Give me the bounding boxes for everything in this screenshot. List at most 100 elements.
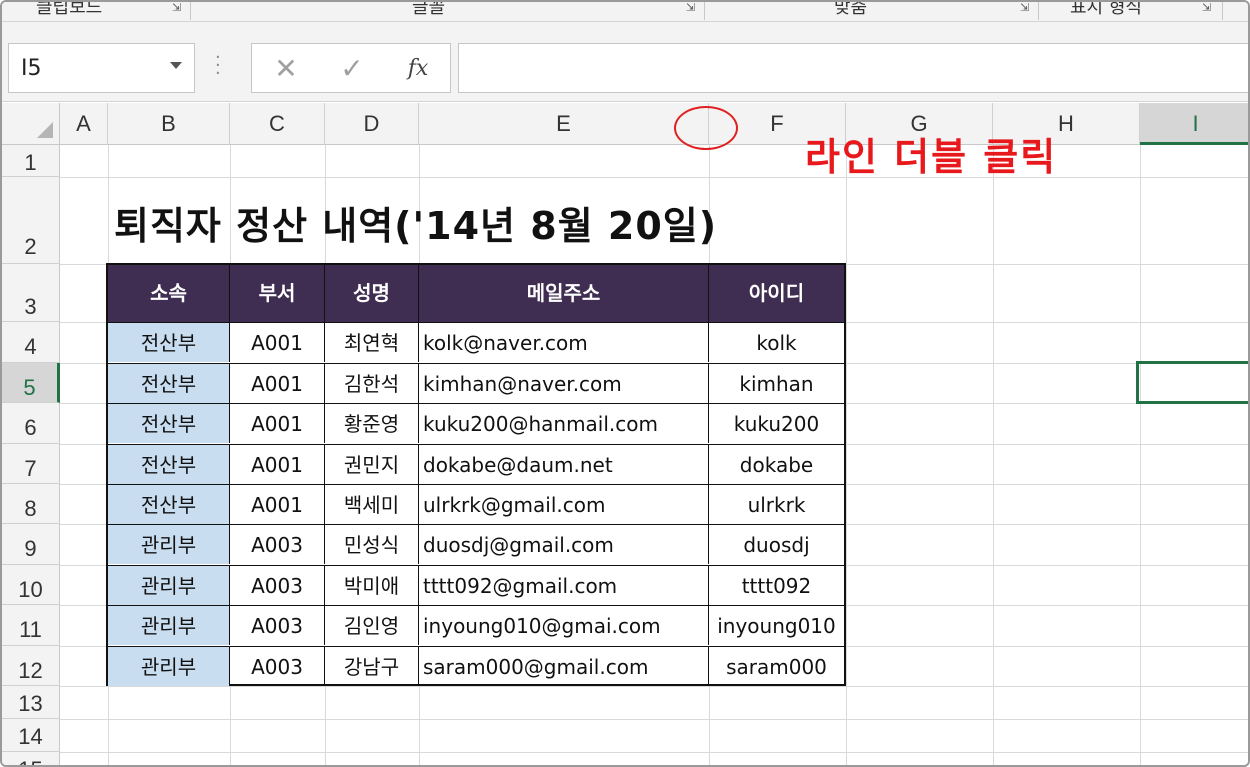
row-header-2[interactable]: 2 (2, 177, 60, 264)
table-cell[interactable]: kimhan (709, 363, 844, 403)
enter-icon[interactable]: ✓ (334, 52, 370, 85)
table-cell[interactable]: A003 (230, 646, 325, 686)
row-header-14[interactable]: 14 (2, 719, 60, 752)
cancel-icon[interactable]: ✕ (268, 52, 304, 85)
table-cell[interactable]: 관리부 (108, 524, 230, 564)
insert-function-button[interactable]: fx (400, 56, 436, 81)
table-header-cell[interactable]: 아이디 (709, 265, 844, 322)
clipboard-launcher-icon[interactable]: ⇲ (172, 2, 184, 14)
table-cell[interactable]: A003 (230, 605, 325, 645)
ribbon-group-alignment: 맞춤 (834, 0, 868, 18)
table-cell[interactable]: 김인영 (325, 605, 419, 645)
table-cell[interactable]: saram000 (709, 646, 844, 686)
row-header-4[interactable]: 4 (2, 322, 60, 363)
column-header-b[interactable]: B (108, 103, 230, 145)
row-header-13[interactable]: 13 (2, 686, 60, 719)
formula-bar: I5 · · · ✕ ✓ fx (2, 22, 1248, 102)
table-cell[interactable]: duosdj (709, 524, 844, 564)
name-box[interactable]: I5 (8, 43, 195, 93)
table-cell[interactable]: 백세미 (325, 484, 419, 524)
font-launcher-icon[interactable]: ⇲ (686, 2, 698, 14)
table-cell[interactable]: 권민지 (325, 444, 419, 484)
row-header-6[interactable]: 6 (2, 403, 60, 444)
active-cell-i5[interactable] (1136, 361, 1248, 404)
table-cell[interactable]: 최연혁 (325, 322, 419, 362)
row-header-5[interactable]: 5 (2, 363, 60, 403)
table-header-cell[interactable]: 성명 (325, 265, 419, 322)
sheet-title[interactable]: 퇴직자 정산 내역('14년 8월 20일) (114, 195, 717, 250)
table-cell[interactable]: kolk@naver.com (419, 322, 709, 362)
row-header-1[interactable]: 1 (2, 145, 60, 177)
table-header-cell[interactable]: 부서 (230, 265, 325, 322)
table-cell[interactable]: saram000@gmail.com (419, 646, 709, 686)
table-cell[interactable]: 관리부 (108, 605, 230, 645)
alignment-launcher-icon[interactable]: ⇲ (1020, 2, 1032, 14)
number-launcher-icon[interactable]: ⇲ (1202, 2, 1214, 14)
table-cell[interactable]: 전산부 (108, 444, 230, 484)
row-header-9[interactable]: 9 (2, 524, 60, 565)
table-cell[interactable]: kimhan@naver.com (419, 363, 709, 403)
table-cell[interactable]: 관리부 (108, 646, 230, 686)
gridline (993, 145, 994, 765)
table-cell[interactable]: tttt092@gmail.com (419, 565, 709, 605)
table-cell[interactable]: inyoung010 (709, 605, 844, 645)
gridline (60, 719, 1248, 720)
ribbon-group-number: 표시 형식 (1070, 0, 1142, 18)
table-cell[interactable]: A001 (230, 484, 325, 524)
formula-input[interactable] (458, 43, 1248, 93)
row-header-15[interactable]: 15 (2, 752, 60, 765)
column-header-c[interactable]: C (230, 103, 325, 145)
formula-buttons: ✕ ✓ fx (251, 43, 451, 93)
table-cell[interactable]: duosdj@gmail.com (419, 524, 709, 564)
gridline (60, 752, 1248, 753)
table-cell[interactable]: dokabe@daum.net (419, 444, 709, 484)
row-header-12[interactable]: 12 (2, 646, 60, 686)
chevron-down-icon[interactable] (170, 62, 182, 69)
row-header-10[interactable]: 10 (2, 565, 60, 605)
row-header-8[interactable]: 8 (2, 484, 60, 524)
drag-handle-icon[interactable]: · · · (215, 49, 221, 83)
table-cell[interactable]: 전산부 (108, 403, 230, 443)
ribbon-separator (1222, 2, 1223, 20)
table-cell[interactable]: kuku200@hanmail.com (419, 403, 709, 443)
table-cell[interactable]: kolk (709, 322, 844, 362)
table-cell[interactable]: A003 (230, 524, 325, 564)
table-cell[interactable]: A003 (230, 565, 325, 605)
table-cell[interactable]: A001 (230, 322, 325, 362)
table-cell[interactable]: 민성식 (325, 524, 419, 564)
gridline (60, 686, 1248, 687)
column-header-a[interactable]: A (60, 103, 108, 145)
table-cell[interactable]: dokabe (709, 444, 844, 484)
table-cell[interactable]: ulrkrk (709, 484, 844, 524)
row-header-7[interactable]: 7 (2, 444, 60, 484)
ribbon-separator (704, 2, 705, 20)
column-header-e[interactable]: E (419, 103, 709, 145)
column-header-i[interactable]: I (1140, 103, 1248, 145)
table-cell[interactable]: tttt092 (709, 565, 844, 605)
table-cell[interactable]: 황준영 (325, 403, 419, 443)
table-cell[interactable]: 관리부 (108, 565, 230, 605)
ribbon-group-clipboard: 클립보드 (36, 0, 103, 18)
table-cell[interactable]: inyoung010@gmai.com (419, 605, 709, 645)
table-cell[interactable]: 전산부 (108, 484, 230, 524)
table-cell[interactable]: A001 (230, 363, 325, 403)
table-header-cell[interactable]: 소속 (108, 265, 230, 322)
ribbon-group-strip: 클립보드 ⇲ 글꼴 ⇲ 맞춤 ⇲ 표시 형식 ⇲ (2, 0, 1248, 22)
name-box-value: I5 (21, 56, 42, 81)
table-cell[interactable]: A001 (230, 403, 325, 443)
table-cell[interactable]: 전산부 (108, 322, 230, 362)
table-cell[interactable]: kuku200 (709, 403, 844, 443)
table-cell[interactable]: ulrkrk@gmail.com (419, 484, 709, 524)
excel-window: 클립보드 ⇲ 글꼴 ⇲ 맞춤 ⇲ 표시 형식 ⇲ I5 · · · ✕ ✓ fx A… (0, 0, 1250, 767)
ribbon-separator (190, 2, 191, 20)
select-all-button[interactable] (2, 103, 60, 145)
column-header-d[interactable]: D (325, 103, 419, 145)
table-cell[interactable]: 강남구 (325, 646, 419, 686)
table-cell[interactable]: 박미애 (325, 565, 419, 605)
row-header-3[interactable]: 3 (2, 264, 60, 322)
row-header-11[interactable]: 11 (2, 605, 60, 646)
table-cell[interactable]: 전산부 (108, 363, 230, 403)
table-cell[interactable]: 김한석 (325, 363, 419, 403)
table-cell[interactable]: A001 (230, 444, 325, 484)
table-header-cell[interactable]: 메일주소 (419, 265, 709, 322)
